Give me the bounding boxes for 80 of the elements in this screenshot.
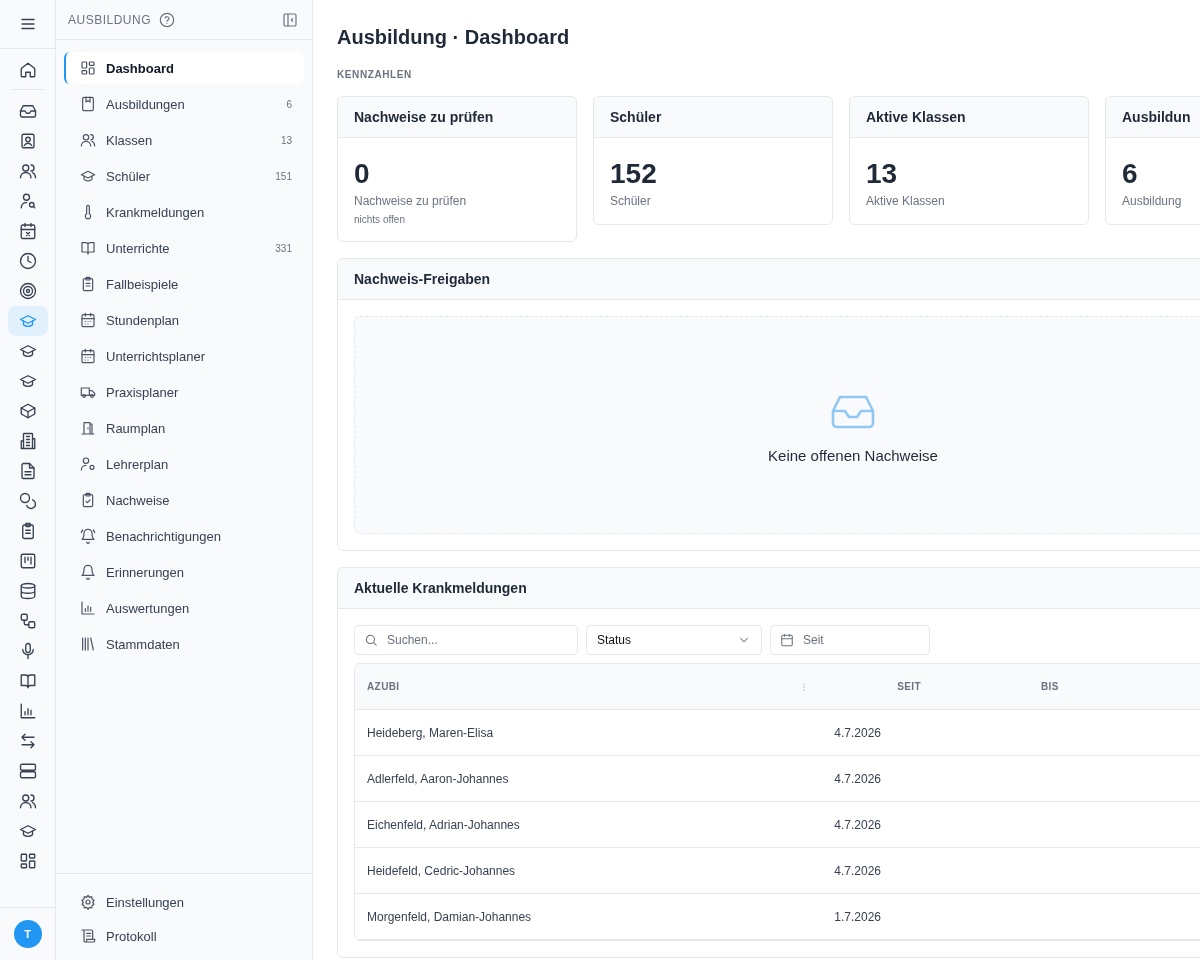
sidebar-item[interactable]: Stundenplan — [64, 304, 304, 336]
sidebar-item[interactable]: Dashboard — [64, 52, 304, 84]
bell-icon — [80, 564, 96, 580]
item-count: 151 — [275, 170, 292, 182]
kpi-caption: Ausbildung — [1122, 194, 1183, 208]
table-cell: Heideberg, Maren-Elisa — [367, 725, 494, 740]
sidebar-item[interactable]: Erinnerungen — [64, 556, 304, 588]
table-cell: 4.7.2026 — [834, 771, 881, 786]
search-icon — [364, 633, 378, 647]
card-title: Nachweise zu prüfen — [354, 109, 494, 125]
sidebar-item[interactable]: Protokoll — [64, 920, 304, 952]
grid-icon — [80, 60, 96, 76]
user-dot-icon — [80, 456, 96, 472]
column-header[interactable]: AZUBI — [367, 681, 400, 692]
table-cell: Morgenfeld, Damian-Johannes — [367, 909, 532, 924]
table-cell: 4.7.2026 — [834, 725, 881, 740]
users-icon — [80, 132, 96, 148]
card-title: Ausbildun — [1122, 109, 1191, 125]
sidebar-item[interactable]: Auswertungen — [64, 592, 304, 624]
book-icon — [80, 240, 96, 256]
table-cell: 4.7.2026 — [834, 863, 881, 878]
library-icon — [80, 636, 96, 652]
chart-icon — [80, 600, 96, 616]
sidebar-item[interactable]: Fallbeispiele — [64, 268, 304, 300]
sidebar-item[interactable]: Schüler 151 — [64, 160, 304, 192]
kpi-note: nichts offen — [354, 214, 406, 225]
date-field[interactable]: Seit — [770, 625, 930, 655]
sidebar-item[interactable]: Klassen 13 — [64, 124, 304, 156]
gear-icon — [80, 894, 96, 910]
table-cell: Heidefeld, Cedric-Johannes — [367, 863, 516, 878]
sidebar-item[interactable]: Nachweise — [64, 484, 304, 516]
sidebar-item[interactable]: Stammdaten — [64, 628, 304, 660]
item-count: 13 — [280, 134, 292, 146]
column-header[interactable]: SEIT — [897, 681, 921, 692]
collapse-sidebar-icon[interactable] — [282, 11, 298, 28]
truck-icon — [80, 384, 96, 400]
empty-message: Keine offenen Nachweise — [768, 446, 938, 464]
table-cell: Adlerfeld, Aaron-Johannes — [367, 771, 509, 786]
kpi-value: 13 — [866, 158, 899, 190]
sidebar-item[interactable]: Benachrichtigungen — [64, 520, 304, 552]
help-icon[interactable] — [159, 11, 176, 28]
card-title: Aktive Klassen — [866, 109, 966, 125]
kpi-value: 0 — [354, 158, 371, 190]
table-cell: Eichenfeld, Adrian-Johannes — [367, 817, 520, 832]
card-title: Schüler — [610, 109, 662, 125]
sidebar-item[interactable]: Praxisplaner — [64, 376, 304, 408]
kpi-caption: Aktive Klassen — [866, 194, 946, 208]
calendar-icon — [80, 348, 96, 364]
kpi-value: 152 — [610, 158, 658, 190]
panel-title: Aktuelle Krankmeldungen — [354, 580, 527, 596]
sidebar-item[interactable]: Einstellungen — [64, 886, 304, 918]
sidebar-item[interactable]: Krankmeldungen — [64, 196, 304, 228]
section-label: KENNZAHLEN — [337, 69, 413, 80]
bookmark-icon — [80, 96, 96, 112]
item-count: 6 — [286, 98, 292, 110]
kpi-caption: Nachweise zu prüfen — [354, 194, 468, 208]
section-title: AUSBILDUNG — [68, 12, 152, 27]
table-cell: 4.7.2026 — [834, 817, 881, 832]
sidebar-item[interactable]: Raumplan — [64, 412, 304, 444]
scroll-icon — [80, 928, 96, 944]
clipboard-icon — [80, 276, 96, 292]
status-dropdown[interactable]: Status — [586, 625, 762, 655]
sidebar-item[interactable]: Unterrichte 331 — [64, 232, 304, 264]
item-count: 331 — [275, 242, 292, 254]
bell-ring-icon — [80, 528, 96, 544]
page-title: Ausbildung · Dashboard — [337, 26, 571, 49]
column-header[interactable]: BIS — [1041, 681, 1059, 692]
panel-title: Nachweis-Freigaben — [354, 271, 491, 287]
clipboard-check-icon — [80, 492, 96, 508]
sidebar-item[interactable]: Ausbildungen 6 — [64, 88, 304, 120]
cap-icon — [80, 168, 96, 184]
table-cell: 1.7.2026 — [834, 909, 881, 924]
search-field[interactable]: Suchen... — [354, 625, 578, 655]
kpi-caption: Schüler — [610, 194, 652, 208]
calendar-icon — [80, 312, 96, 328]
sidebar-item[interactable]: Lehrerplan — [64, 448, 304, 480]
kpi-value: 6 — [1122, 158, 1139, 190]
sidebar-item[interactable]: Unterrichtsplaner — [64, 340, 304, 372]
calendar-icon — [780, 633, 794, 647]
door-icon — [80, 420, 96, 436]
